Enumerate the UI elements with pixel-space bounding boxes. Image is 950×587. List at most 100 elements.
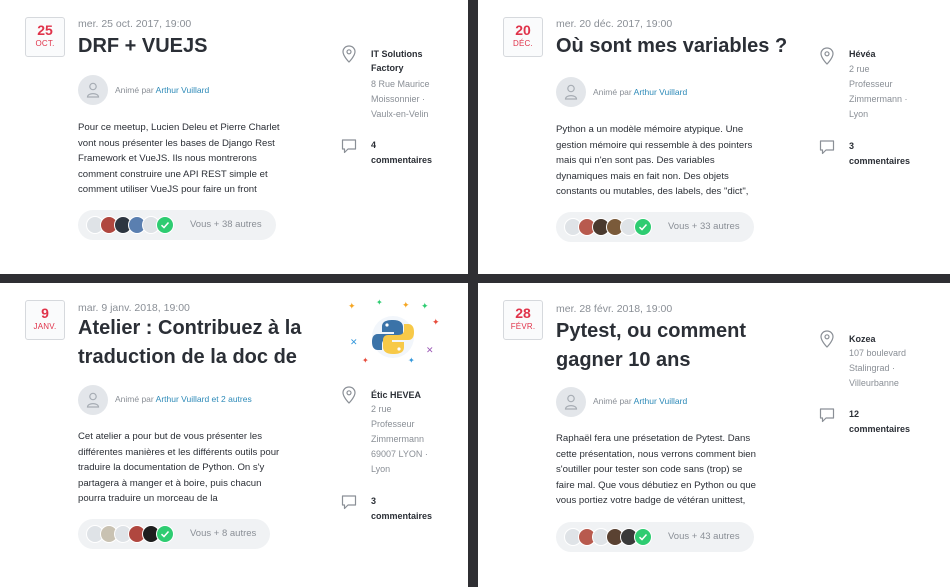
event-title[interactable]: Pytest, ou comment gagner 10 ans xyxy=(556,317,806,375)
event-title[interactable]: DRF + VUEJS xyxy=(78,32,328,61)
comments-label: commentaires xyxy=(849,424,911,434)
event-title[interactable]: Atelier : Contribuez à la traduction de … xyxy=(78,314,333,372)
host-avatar[interactable] xyxy=(78,385,108,415)
attendees-pill[interactable]: Vous + 33 autres xyxy=(556,212,754,242)
comments-count: 12 xyxy=(849,409,860,419)
address-line: Professeur xyxy=(849,79,893,89)
comments-link[interactable]: 3 commentaires xyxy=(371,494,432,524)
date-day: 9 xyxy=(41,305,49,321)
svg-text:✕: ✕ xyxy=(350,338,358,348)
address-line: 107 boulevard xyxy=(849,348,907,358)
description-line: dynamiques mais en fait non. Des objets xyxy=(556,170,729,182)
host-line: Animé par Arthur Vuillard xyxy=(593,87,687,97)
comments-count: 4 xyxy=(371,140,377,150)
comments-label: commentaires xyxy=(849,156,911,166)
description-line: Cet atelier a pour but de vous présenter… xyxy=(78,431,262,442)
host-link[interactable]: Arthur Vuillard xyxy=(634,87,688,97)
title-line: Où sont mes variables ? xyxy=(556,35,788,57)
comments-count: 3 xyxy=(849,141,855,151)
attendees-count: Vous + 43 autres xyxy=(668,531,740,542)
host-line: Animé par Arthur Vuillard xyxy=(593,396,687,406)
address-line: Lyon xyxy=(371,464,391,474)
attendees-pill[interactable]: Vous + 43 autres xyxy=(556,522,754,552)
venue-name[interactable]: IT Solutions Factory xyxy=(371,47,423,75)
description-line: comment utiliser VueJS pour faire un fro… xyxy=(78,184,257,195)
svg-text:✕: ✕ xyxy=(426,346,434,356)
description-line: traduire la documentation de Python. On … xyxy=(78,462,265,473)
description-line: Framework et VueJS. Ils nous montrerons xyxy=(78,153,257,164)
address-line: 2 rue xyxy=(849,64,870,74)
address-line: Zimmermann · xyxy=(849,94,908,104)
comments-label: commentaires xyxy=(371,155,433,165)
venue-name[interactable]: Hévéa xyxy=(849,47,876,61)
svg-text:✦: ✦ xyxy=(432,318,440,328)
comments-link[interactable]: 12 commentaires xyxy=(849,407,910,437)
event-title[interactable]: Où sont mes variables ? xyxy=(556,32,806,61)
attendees-pill[interactable]: Vous + 38 autres xyxy=(78,210,276,240)
svg-text:✦: ✦ xyxy=(402,301,410,311)
event-datetime: mer. 28 févr. 2018, 19:00 xyxy=(556,303,673,315)
description-line: constants ou mutables, des labels, des "… xyxy=(556,186,749,197)
host-avatar[interactable] xyxy=(78,75,108,105)
venue-address: 2 rue Professeur Zimmermann · Lyon xyxy=(849,62,908,122)
checkmark-icon xyxy=(638,533,648,541)
event-card[interactable]: 20 DÉC. mer. 20 déc. 2017, 19:00 Où sont… xyxy=(478,0,950,274)
event-datetime: mar. 9 janv. 2018, 19:00 xyxy=(78,302,190,314)
comments-link[interactable]: 3 commentaires xyxy=(849,139,910,169)
venue-name[interactable]: Kozea xyxy=(849,332,876,346)
address-line: Zimmermann xyxy=(371,434,425,444)
comment-bubble-icon xyxy=(819,408,835,423)
title-line: DRF + VUEJS xyxy=(78,35,208,57)
venue-name-line: Hévéa xyxy=(849,49,876,59)
venue-name-line: IT Solutions xyxy=(371,49,423,59)
date-month: DÉC. xyxy=(513,39,533,48)
description-line: Python a un modèle mémoire atypique. Une xyxy=(556,124,744,135)
host-avatar[interactable] xyxy=(556,387,586,417)
user-placeholder-icon xyxy=(86,82,100,98)
description-line: cette présentation, nous verrons comment… xyxy=(556,448,756,460)
attendees-pill[interactable]: Vous + 8 autres xyxy=(78,519,270,549)
event-card[interactable]: 9 JANV. mar. 9 janv. 2018, 19:00 Atelier… xyxy=(0,283,468,587)
svg-text:✦: ✦ xyxy=(362,356,369,365)
date-day: 25 xyxy=(37,22,53,38)
user-placeholder-icon xyxy=(564,84,578,100)
event-card[interactable]: 28 FÉVR. mer. 28 févr. 2018, 19:00 Pytes… xyxy=(478,283,950,587)
venue-name-line: Factory xyxy=(371,63,404,73)
user-placeholder-icon xyxy=(564,394,578,410)
going-check xyxy=(156,525,174,543)
comments-link[interactable]: 4 commentaires xyxy=(371,138,432,168)
host-line: Animé par Arthur Vuillard et 2 autres xyxy=(115,394,252,404)
event-card[interactable]: 25 OCT. mer. 25 oct. 2017, 19:00 DRF + V… xyxy=(0,0,468,274)
host-link[interactable]: Arthur Vuillard et 2 autres xyxy=(156,394,252,404)
host-prefix: Animé par xyxy=(115,394,154,404)
description-line: comment construire une API REST simple e… xyxy=(78,168,268,180)
description-line: vont nous présenter les bases de Django … xyxy=(78,137,275,149)
host-avatar[interactable] xyxy=(556,77,586,107)
address-line: Vaulx-en-Velin xyxy=(371,109,429,119)
going-check xyxy=(156,216,174,234)
venue-name-line: Étic HEVEA xyxy=(371,390,422,400)
location-pin-icon xyxy=(342,386,356,404)
date-month: OCT. xyxy=(35,39,55,48)
event-description: Cet atelier a pour but de vous présenter… xyxy=(78,429,333,506)
address-line: 2 rue xyxy=(371,404,392,414)
comments-count: 3 xyxy=(371,496,377,506)
comment-bubble-icon xyxy=(341,495,357,510)
svg-text:✦: ✦ xyxy=(421,302,429,312)
date-day: 20 xyxy=(515,22,531,38)
event-description: Python a un modèle mémoire atypique. Une… xyxy=(556,122,806,200)
svg-text:✦: ✦ xyxy=(348,302,356,312)
svg-text:✦: ✦ xyxy=(408,356,415,365)
host-link[interactable]: Arthur Vuillard xyxy=(634,396,688,406)
host-prefix: Animé par xyxy=(593,87,632,97)
checkmark-icon xyxy=(160,221,170,229)
checkmark-icon xyxy=(160,530,170,538)
description-line: Pour ce meetup, Lucien Deleu et Pierre C… xyxy=(78,122,280,133)
event-description: Pour ce meetup, Lucien Deleu et Pierre C… xyxy=(78,120,328,198)
host-link[interactable]: Arthur Vuillard xyxy=(156,85,210,95)
comment-bubble-icon xyxy=(341,139,357,154)
checkmark-icon xyxy=(638,223,648,231)
event-description: Raphaël fera une présetation de Pytest. … xyxy=(556,431,806,509)
title-line: Atelier : Contribuez à la xyxy=(78,317,302,339)
venue-name[interactable]: Étic HEVEA xyxy=(371,388,421,402)
